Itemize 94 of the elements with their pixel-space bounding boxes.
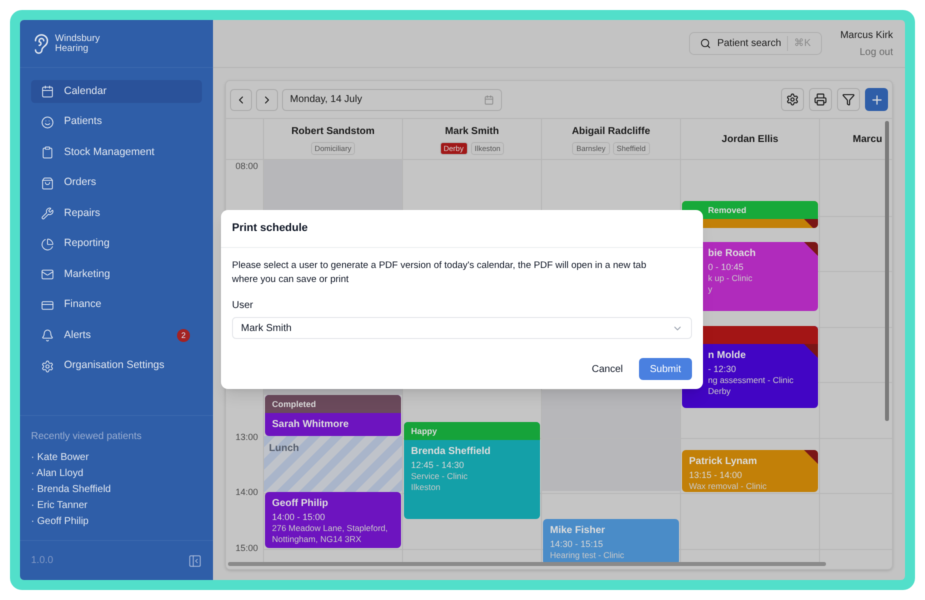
patient-name: Sarah Whitmore: [272, 418, 350, 432]
smiley-icon: [41, 116, 54, 128]
patient-name: Brenda Sheffield: [411, 445, 492, 459]
search-icon: [700, 38, 712, 49]
appointment-detail: Service - Clinic: [411, 471, 469, 482]
count-badge: 2: [177, 329, 190, 342]
appointment-time: 0 - 10:45: [708, 261, 745, 273]
shortcut-hint: ⌘K: [794, 37, 811, 51]
appointment-detail: ng assessment - Clinic: [708, 375, 795, 386]
bell-icon: [41, 329, 54, 342]
break-label: Lunch: [269, 442, 300, 456]
appointment-detail: k up - Clinic: [708, 273, 754, 284]
appointment-detail: 276 Meadow Lane, Stapleford, Nottingham, NG14 3RX: [272, 523, 389, 545]
previous-day-button[interactable]: [230, 88, 252, 110]
add-button[interactable]: [865, 88, 888, 111]
staff-name: Mark Smith: [445, 124, 499, 138]
appointment-time: 14:00 - 15:00: [272, 511, 326, 523]
recent-patient-link[interactable]: · Brenda Sheffield: [31, 482, 111, 498]
submit-button[interactable]: Submit: [638, 358, 692, 380]
field-label: User: [232, 299, 254, 313]
nav-item[interactable]: Orders: [31, 172, 202, 194]
patient-name: Geoff Philip: [272, 497, 330, 511]
status-label: Happy: [411, 424, 437, 438]
nav-item[interactable]: Repairs: [31, 202, 202, 225]
filter-icon: [842, 93, 855, 106]
staff-name: Jordan Ellis: [722, 132, 778, 146]
pie-chart-icon: [41, 238, 54, 250]
appointment-card[interactable]: Completed Sarah Whitmore: [265, 395, 401, 436]
status-label: Removed: [708, 204, 746, 216]
user-name: Marcus Kirk: [840, 28, 893, 42]
version-label: 1.0.0: [31, 554, 54, 568]
nav-item[interactable]: Reporting: [31, 232, 202, 256]
recent-patient-link[interactable]: · Alan Lloyd: [31, 466, 84, 482]
nav-item[interactable]: Finance: [31, 294, 202, 316]
clipboard-icon: [41, 146, 54, 159]
patient-name: Patrick Lynam: [689, 455, 758, 469]
recent-patient-link[interactable]: · Eric Tanner: [31, 498, 88, 514]
calendar-icon: [41, 85, 54, 98]
appointment-detail: Wax removal - Clinic: [689, 481, 768, 492]
appointment-time: - 12:30: [708, 363, 738, 375]
nav-item[interactable]: Patients: [31, 110, 202, 134]
appointment-card[interactable]: Mike Fisher 14:30 - 15:15 Hearing test - Clinic: [543, 519, 679, 565]
user-select[interactable]: Mark Smith: [232, 317, 692, 339]
vertical-scrollbar[interactable]: [885, 121, 889, 421]
search-label: Patient search: [717, 37, 782, 51]
settings-icon: [786, 93, 799, 106]
dialog-title: Print schedule: [232, 221, 308, 236]
print-button[interactable]: [809, 88, 832, 111]
plus-icon: [870, 92, 884, 106]
hour-label: 15:00: [235, 542, 258, 554]
printer-icon: [814, 93, 827, 106]
collapse-sidebar-icon[interactable]: [188, 554, 202, 568]
hour-label: 14:00: [235, 487, 258, 498]
staff-name: Robert Sandstom: [291, 124, 375, 138]
next-day-button[interactable]: [256, 88, 278, 110]
nav-item[interactable]: Calendar: [31, 80, 202, 103]
nav-item[interactable]: Alerts 2: [31, 324, 202, 347]
date-field[interactable]: Monday, 14 July: [282, 88, 502, 110]
envelope-icon: [41, 268, 54, 281]
appointment-time: 12:45 - 14:30: [411, 459, 466, 471]
appointment-card[interactable]: Geoff Philip 14:00 - 15:00 276 Meadow Lane, Stapleford, Nottingham, NG14 3RX: [265, 492, 401, 548]
hour-label: 08:00: [235, 161, 258, 172]
staff-name: Marcu: [852, 132, 882, 146]
nav-item[interactable]: Organisation Settings: [31, 354, 202, 378]
card-icon: [41, 298, 54, 312]
horizontal-scrollbar[interactable]: [228, 562, 826, 566]
bag-icon: [41, 176, 54, 190]
patient-name: bie Roach: [708, 247, 757, 261]
nav-item[interactable]: Stock Management: [31, 141, 202, 164]
recent-heading: Recently viewed patients: [31, 430, 143, 444]
recent-patient-link[interactable]: · Kate Bower: [31, 450, 89, 466]
cancel-button[interactable]: Cancel: [592, 358, 623, 380]
logout-link[interactable]: Log out: [860, 44, 893, 60]
dialog-message: Please select a user to generate a PDF version of today's calendar, the PDF will open in a new tab where you can save or print: [232, 259, 648, 287]
calendar-icon: [484, 94, 494, 104]
appointment-detail: Ilkeston: [411, 482, 442, 493]
brand-name: Windsbury Hearing: [55, 34, 101, 54]
nav-item[interactable]: Marketing: [31, 263, 202, 286]
patient-name: Mike Fisher: [550, 524, 606, 538]
patient-name: n Molde: [708, 349, 747, 363]
status-label: Completed: [272, 398, 316, 410]
appointment-time: 13:15 - 14:00: [689, 469, 744, 481]
recent-patient-link[interactable]: · Geoff Philip: [31, 514, 89, 530]
patient-search-button[interactable]: Patient search ⌘K: [689, 32, 822, 55]
appointment-time: 14:30 - 15:15: [550, 538, 604, 550]
appointment-detail: Derby: [708, 386, 732, 397]
staff-name: Abigail Radcliffe: [572, 124, 650, 138]
hour-label: 13:00: [235, 432, 258, 442]
appointment-detail: y: [708, 284, 714, 295]
appointment-detail: Hearing test - Clinic: [550, 550, 626, 561]
settings-icon: [41, 360, 54, 372]
settings-button[interactable]: [781, 88, 804, 111]
wrench-icon: [41, 207, 54, 220]
filter-button[interactable]: [837, 88, 860, 111]
